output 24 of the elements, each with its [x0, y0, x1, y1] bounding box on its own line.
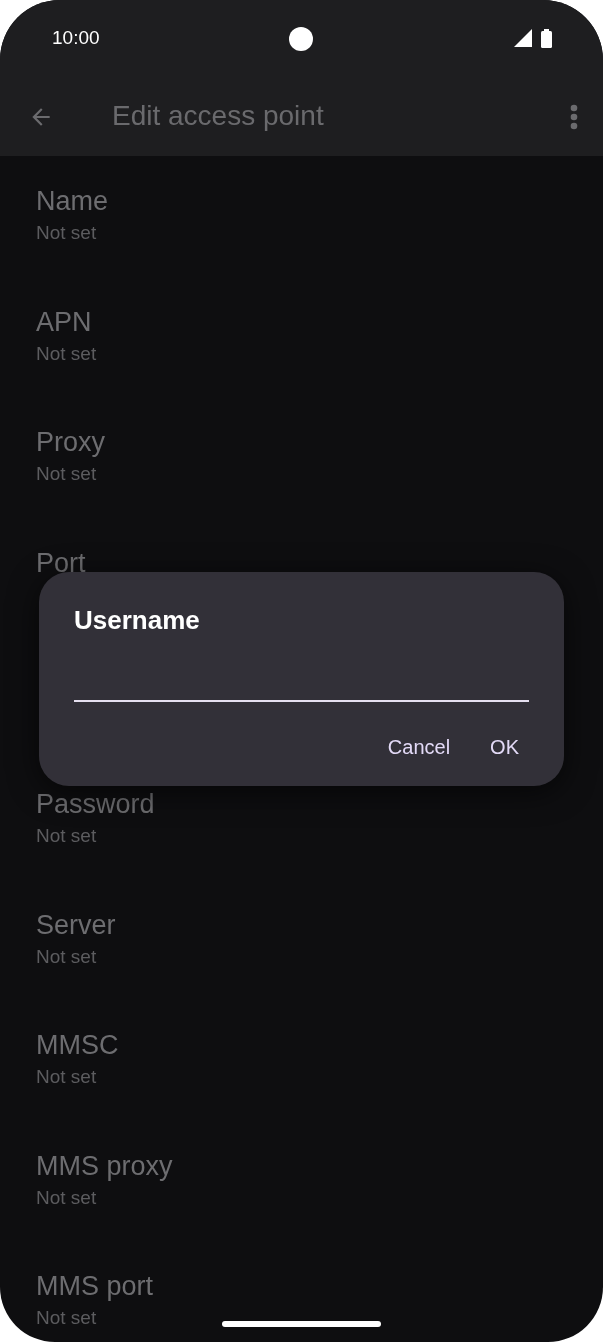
more-options-icon[interactable] — [570, 104, 578, 130]
setting-title[interactable]: MMS port — [36, 1272, 154, 1301]
setting-title[interactable]: Name — [36, 187, 109, 215]
setting-value: Not set — [36, 462, 97, 487]
setting-value: Not set — [36, 221, 97, 245]
setting-value: Not set — [36, 823, 97, 848]
setting-title[interactable]: Proxy — [36, 428, 106, 457]
battery-icon — [541, 28, 552, 48]
screen-title: Edit access point — [112, 98, 324, 133]
dialog-button[interactable]: Cancel — [373, 724, 465, 770]
setting-value: Not set — [36, 341, 97, 366]
setting-value: Not set — [36, 1185, 97, 1210]
dialog-button[interactable]: OK — [476, 724, 533, 770]
status-time: 10:00 — [52, 25, 100, 50]
setting-value: Not set — [36, 1306, 97, 1331]
setting-title[interactable]: Password — [36, 789, 155, 818]
signal-icon — [514, 29, 532, 47]
setting-value: Not set — [36, 944, 97, 969]
setting-title[interactable]: MMSC — [36, 1031, 119, 1060]
setting-title[interactable]: APN — [36, 307, 92, 336]
setting-value: Not set — [36, 1065, 97, 1090]
setting-title[interactable]: Server — [36, 910, 116, 939]
setting-title[interactable]: MMS proxy — [36, 1151, 173, 1180]
dialog-title: Username — [74, 604, 200, 636]
